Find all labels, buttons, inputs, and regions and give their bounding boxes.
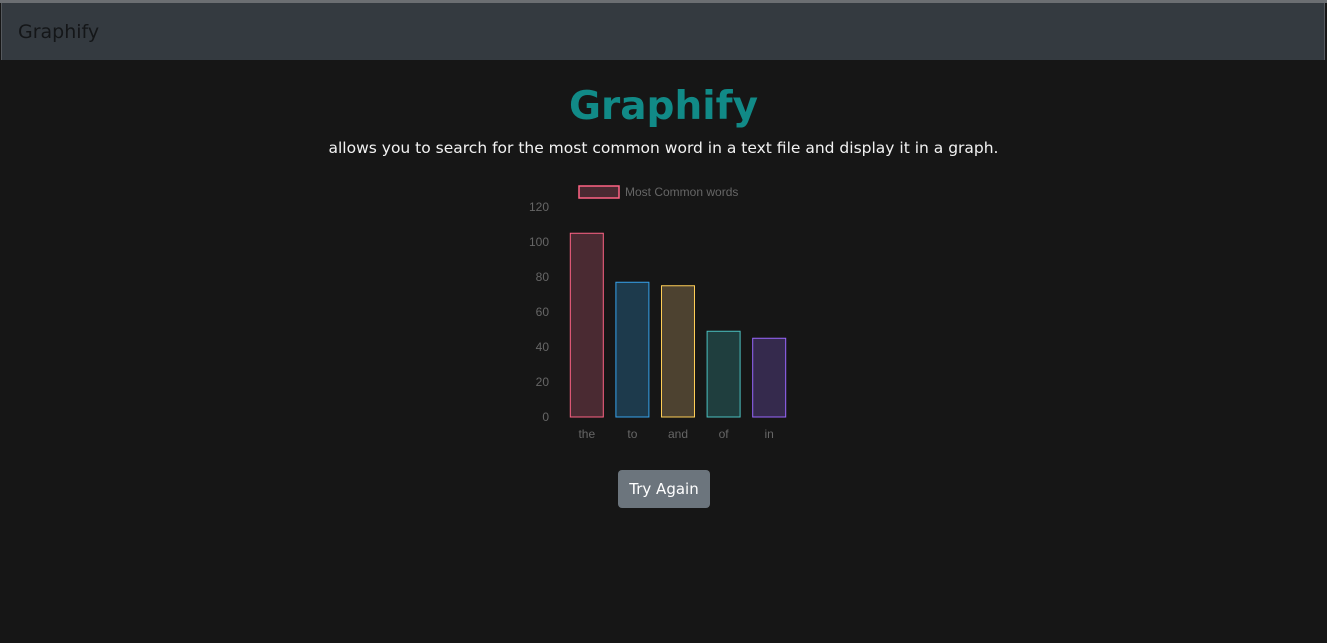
y-tick-label: 120 xyxy=(529,200,549,214)
bar-to xyxy=(615,281,650,418)
legend-swatch xyxy=(578,185,620,199)
page: Graphify Graphify allows you to search f… xyxy=(0,0,1327,643)
word-frequency-chart: Most Common words 0 20 40 60 80 100 120 the to and… xyxy=(529,185,787,441)
page-subtitle: allows you to search for the most common… xyxy=(328,139,999,157)
x-tick-label: of xyxy=(719,427,730,441)
y-tick-label: 40 xyxy=(536,340,550,354)
y-tick-label: 100 xyxy=(529,235,549,249)
y-tick-label: 20 xyxy=(536,375,550,389)
x-tick-label: in xyxy=(765,427,774,441)
navbar-brand[interactable]: Graphify xyxy=(18,21,99,43)
y-tick-label: 0 xyxy=(542,410,549,424)
page-title: Graphify xyxy=(568,84,758,129)
bar-and xyxy=(661,285,695,418)
y-tick-label: 60 xyxy=(536,305,550,319)
navbar: Graphify xyxy=(1,3,1325,60)
x-tick-label: and xyxy=(668,427,688,441)
x-tick-label: to xyxy=(627,427,637,441)
bar-of xyxy=(706,330,741,418)
bar-the xyxy=(569,232,604,418)
legend-label: Most Common words xyxy=(625,185,738,199)
bar-in xyxy=(752,337,787,418)
y-tick-label: 80 xyxy=(536,270,550,284)
x-tick-label: the xyxy=(578,427,595,441)
try-again-button[interactable]: Try Again xyxy=(618,470,710,508)
